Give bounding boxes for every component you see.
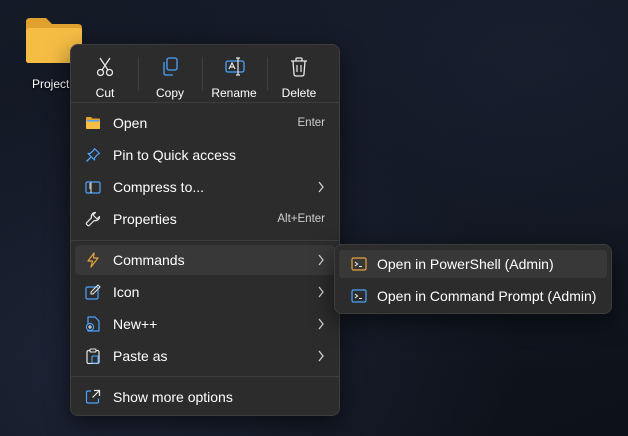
menu-item-label: Properties	[113, 211, 177, 227]
menu-separator	[71, 240, 339, 241]
menu-item-shortcut: Enter	[297, 117, 326, 129]
rename-label: Rename	[211, 86, 257, 100]
folder-open-icon	[85, 115, 101, 131]
menu-item-label: Icon	[113, 284, 140, 300]
menu-item-paste-as[interactable]: Paste as	[75, 341, 335, 371]
menu-separator	[71, 376, 339, 377]
chevron-right-icon	[318, 254, 324, 266]
context-menu-toolbar: Cut Copy Rename Delete	[71, 45, 339, 101]
cut-label: Cut	[95, 86, 115, 100]
submenu-item-command-prompt-admin[interactable]: Open in Command Prompt (Admin)	[339, 282, 607, 310]
menu-item-show-more-options[interactable]: Show more options	[75, 382, 335, 412]
menu-item-icon[interactable]: Icon	[75, 277, 335, 307]
menu-item-label: Compress to...	[113, 179, 205, 195]
new-file-icon	[85, 316, 101, 332]
share-icon	[85, 389, 101, 405]
terminal-icon	[351, 257, 367, 271]
menu-item-properties[interactable]: Properties Alt+Enter	[75, 204, 335, 234]
copy-icon	[163, 57, 178, 76]
menu-item-compress[interactable]: Compress to...	[75, 172, 335, 202]
lightning-icon	[85, 252, 101, 268]
commands-submenu: Open in PowerShell (Admin) Open in Comma…	[334, 244, 612, 314]
chevron-right-icon	[318, 350, 324, 362]
menu-separator	[71, 102, 339, 103]
copy-label: Copy	[155, 86, 184, 100]
archive-icon	[85, 179, 101, 195]
menu-item-pin-quick-access[interactable]: Pin to Quick access	[75, 140, 335, 170]
menu-item-open[interactable]: Open Enter	[75, 108, 335, 138]
menu-item-label: Pin to Quick access	[113, 147, 236, 163]
scissors-icon	[96, 57, 114, 77]
chevron-right-icon	[318, 181, 324, 193]
copy-button[interactable]: Copy	[138, 49, 202, 100]
clipboard-icon	[85, 348, 101, 364]
menu-item-label: Commands	[113, 252, 185, 268]
menu-item-label: Open	[113, 115, 148, 131]
menu-item-label: Show more options	[113, 389, 233, 405]
chevron-right-icon	[318, 286, 324, 298]
delete-button[interactable]: Delete	[267, 49, 331, 100]
menu-item-new-plus[interactable]: New++	[75, 309, 335, 339]
menu-item-shortcut: Alt+Enter	[277, 213, 325, 225]
menu-item-label: New++	[113, 316, 158, 332]
pin-icon	[85, 147, 101, 163]
desktop-folder-label: Project	[32, 77, 70, 91]
cut-button[interactable]: Cut	[73, 49, 137, 100]
rename-button[interactable]: Rename	[202, 49, 266, 100]
terminal-icon	[351, 289, 367, 303]
context-menu: Cut Copy Rename Delete Open Enter Pin to…	[70, 44, 340, 416]
submenu-item-label: Open in Command Prompt (Admin)	[377, 288, 597, 304]
trash-icon	[291, 57, 307, 77]
chevron-right-icon	[318, 318, 324, 330]
menu-item-commands[interactable]: Commands	[75, 245, 335, 275]
rename-icon	[225, 57, 245, 76]
wrench-icon	[85, 211, 101, 227]
submenu-item-powershell-admin[interactable]: Open in PowerShell (Admin)	[339, 250, 607, 278]
delete-label: Delete	[281, 86, 317, 100]
menu-item-label: Paste as	[113, 348, 168, 364]
submenu-item-label: Open in PowerShell (Admin)	[377, 256, 554, 272]
edit-icon	[85, 284, 101, 300]
